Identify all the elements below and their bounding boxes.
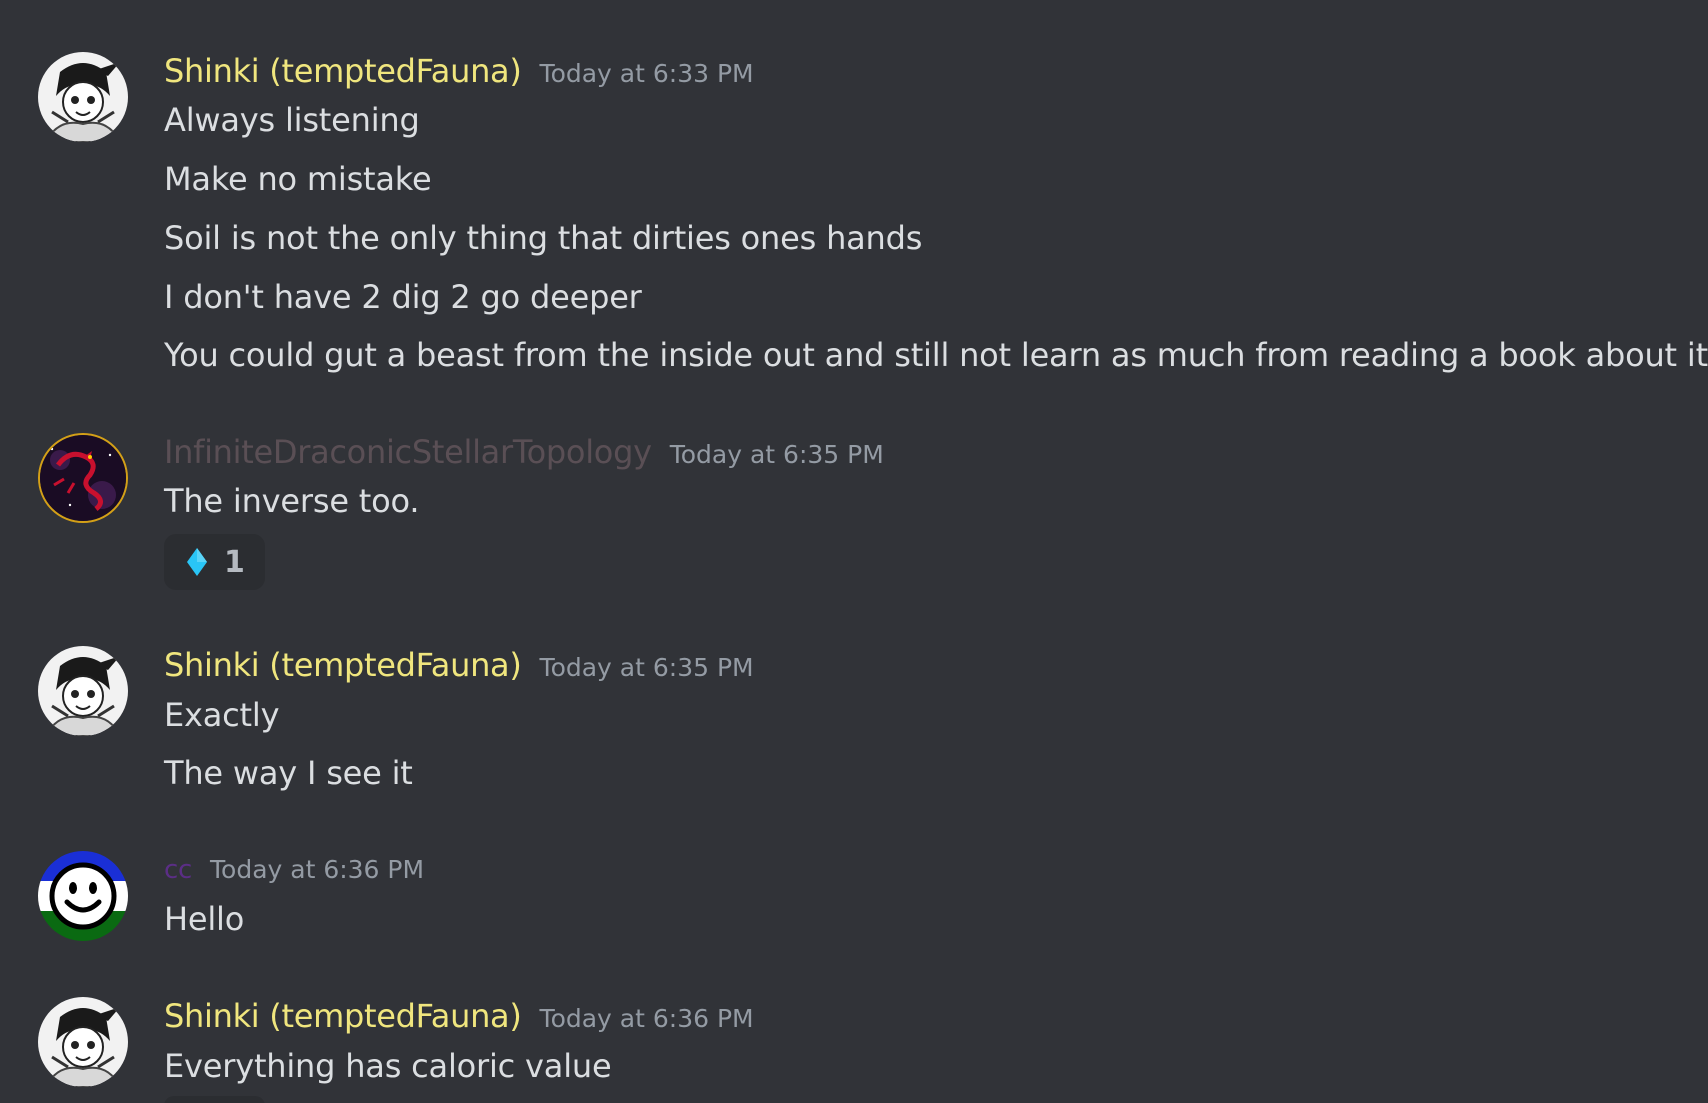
message-header: Shinki (temptedFauna) Today at 6:33 PM [164, 52, 754, 90]
manga-character-avatar-icon [38, 646, 128, 736]
message-text: The way I see it [164, 754, 413, 792]
message-header: Shinki (temptedFauna) Today at 6:35 PM [164, 646, 754, 684]
username[interactable]: Shinki (temptedFauna) [164, 997, 522, 1035]
message-text: The inverse too. [164, 482, 420, 520]
manga-character-avatar-icon [38, 997, 128, 1087]
message-text: I don't have 2 dig 2 go deeper [164, 278, 642, 316]
message-header: cc Today at 6:36 PM [164, 855, 424, 885]
username[interactable]: Shinki (temptedFauna) [164, 646, 522, 684]
message-text: Soil is not the only thing that dirties … [164, 219, 923, 257]
smiley-flag-avatar-icon [38, 851, 128, 941]
reaction-count: 1 [224, 544, 245, 580]
username[interactable]: cc [164, 855, 192, 885]
message-header: InfiniteDraconicStellarTopology Today at… [164, 433, 884, 471]
timestamp[interactable]: Today at 6:36 PM [540, 1004, 754, 1033]
timestamp[interactable]: Today at 6:36 PM [210, 855, 424, 884]
message-list: Shinki (temptedFauna) Today at 6:33 PM A… [0, 0, 1708, 1103]
blue-diamond-icon [187, 548, 207, 576]
reaction-button[interactable]: 1 [164, 534, 265, 590]
message-header: Shinki (temptedFauna) Today at 6:36 PM [164, 997, 754, 1035]
username[interactable]: InfiniteDraconicStellarTopology [164, 433, 652, 471]
avatar[interactable] [38, 433, 128, 523]
message-text: Exactly [164, 696, 280, 734]
message-text: Always listening [164, 101, 420, 139]
timestamp[interactable]: Today at 6:35 PM [540, 653, 754, 682]
message-text: Hello [164, 900, 245, 938]
avatar[interactable] [38, 52, 128, 142]
avatar[interactable] [38, 646, 128, 736]
username[interactable]: Shinki (temptedFauna) [164, 52, 522, 90]
reaction-button-partial[interactable] [164, 1096, 265, 1103]
timestamp[interactable]: Today at 6:33 PM [540, 59, 754, 88]
avatar[interactable] [38, 851, 128, 941]
avatar[interactable] [38, 997, 128, 1087]
timestamp[interactable]: Today at 6:35 PM [670, 440, 884, 469]
dragon-avatar-icon [40, 435, 126, 521]
manga-character-avatar-icon [38, 52, 128, 142]
message-text: Everything has caloric value [164, 1047, 612, 1085]
message-text: You could gut a beast from the inside ou… [164, 336, 1708, 374]
message-text: Make no mistake [164, 160, 432, 198]
